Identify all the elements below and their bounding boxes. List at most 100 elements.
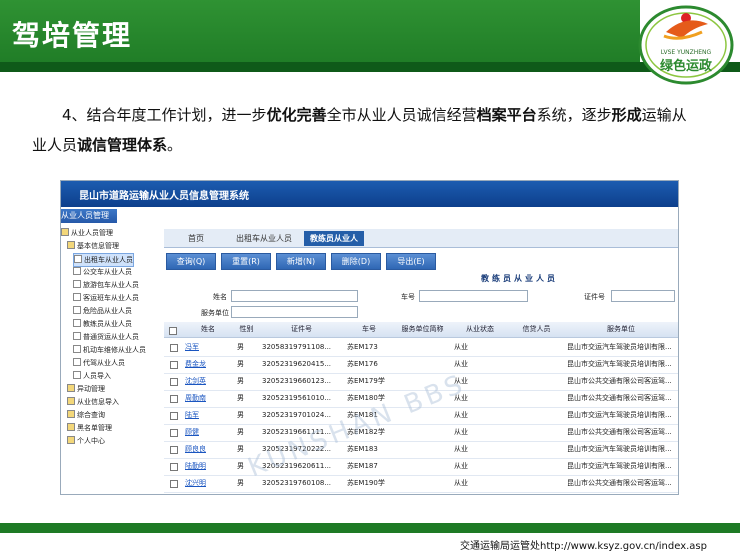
tree-item-label: 黑名单管理 <box>77 424 112 432</box>
tree-item-label: 人员导入 <box>83 372 111 380</box>
cert-input[interactable] <box>611 290 675 302</box>
name-link[interactable]: 顾良良 <box>185 441 233 458</box>
table-row[interactable]: 费金龙男 32052319620415... 苏EM176 从业 昆山市交运汽车驾驶员培… <box>164 356 678 374</box>
tree-item[interactable]: 客运班车从业人员 <box>73 292 139 304</box>
table-row[interactable]: 陆勤明男 32052319620611... 苏EM187 从业 昆山市交运汽车驾驶员培… <box>164 458 678 476</box>
table-cell: 男 <box>237 360 244 368</box>
table-cell: 苏EM191学 <box>347 492 393 494</box>
name-link[interactable]: 冯军 <box>185 339 233 356</box>
tree-item-label: 危险品从业人员 <box>83 307 132 315</box>
table-row[interactable]: 陆军男 32052319701024... 苏EM181 从业 昆山市交运汽车驾驶员培训… <box>164 407 678 425</box>
tree-item[interactable]: 综合查询 <box>67 409 105 421</box>
column-header: 从业状态 <box>451 322 510 338</box>
table-cell: 男 <box>237 492 258 494</box>
logo-english-text: LVSE YUNZHENG <box>661 49 712 56</box>
folder-icon <box>67 423 75 431</box>
table-row[interactable]: 周勤南男 32052319561010... 苏EM180学 从业 昆山市公共交通有限公… <box>164 390 678 408</box>
row-checkbox[interactable] <box>170 395 178 403</box>
name-link[interactable]: 沈兴明 <box>185 475 233 492</box>
toolbar-button[interactable]: 删除(D) <box>331 253 381 270</box>
table-cell: 32052319720222... <box>262 445 332 453</box>
paragraph-segment: 档案平台 <box>476 106 537 124</box>
table-cell: 32052319620611... <box>262 462 332 470</box>
tree-item[interactable]: 从业人员管理 <box>61 227 113 239</box>
row-checkbox[interactable] <box>170 463 178 471</box>
row-checkbox[interactable] <box>170 361 178 369</box>
table-row[interactable]: 沈剑英男 32052319660123... 苏EM179学 从业 昆山市公共交通有限公… <box>164 373 678 391</box>
app-screenshot: 昆山市道路运输从业人员信息管理系统 从业人员管理 从业人员管理 基本信息管理 出租车… <box>60 180 679 495</box>
table-cell <box>397 390 450 407</box>
toolbar-button[interactable]: 查询(Q) <box>166 253 216 270</box>
tree-item-label: 出租车从业人员 <box>84 256 133 264</box>
table-cell: 32052319701024... <box>262 411 332 419</box>
table-row[interactable]: 黄岳娟 男 32052319641223... 苏EM191学 从业 昆山市公共交通有限公… <box>164 492 678 494</box>
table-cell: 苏EM181 <box>347 411 378 419</box>
table-row[interactable]: 顾健男 32052319661111... 苏EM182学 从业 昆山市公共交通有限公司… <box>164 424 678 442</box>
table-cell: 昆山市公共交通有限公司客运驾... <box>567 377 672 385</box>
paragraph-segment: 4、结合年度工作计划，进一步 <box>62 106 267 124</box>
tree-item[interactable]: 教练员从业人员 <box>73 318 132 330</box>
row-checkbox[interactable] <box>170 429 178 437</box>
name-link[interactable]: 陆勤明 <box>185 458 233 475</box>
paragraph-segment: 优化完善 <box>266 106 327 124</box>
green-yunzheng-logo-icon: LVSE YUNZHENG 绿色运政 <box>638 5 734 85</box>
tree-item[interactable]: 人员导入 <box>73 370 111 382</box>
tree-item[interactable]: 黑名单管理 <box>67 422 112 434</box>
row-checkbox[interactable] <box>170 480 178 488</box>
tree-item[interactable]: 危险品从业人员 <box>73 305 132 317</box>
tree-item-label: 教练员从业人员 <box>83 320 132 328</box>
tree-item[interactable]: 异动管理 <box>67 383 105 395</box>
tree-item[interactable]: 普通货运从业人员 <box>73 331 139 343</box>
tree-item-label: 从业人员管理 <box>71 229 113 237</box>
row-checkbox[interactable] <box>170 378 178 386</box>
name-link[interactable]: 顾健 <box>185 424 233 441</box>
table-cell: 从业 <box>454 462 468 470</box>
toolbar-button[interactable]: 重置(R) <box>221 253 271 270</box>
table-cell: 苏EM190学 <box>347 479 385 487</box>
table-cell <box>397 407 450 424</box>
row-checkbox[interactable] <box>170 344 178 352</box>
toolbar-button[interactable]: 新增(N) <box>276 253 326 270</box>
table-cell: 苏EM179学 <box>347 377 385 385</box>
table-cell: 昆山市交运汽车驾驶员培训有限... <box>567 445 672 453</box>
unit-input[interactable] <box>231 306 358 318</box>
tree-item[interactable]: 出租车从业人员 <box>73 253 134 267</box>
table-cell: 昆山市公共交通有限公司客运驾... <box>567 479 672 487</box>
column-header: 服务单位简称 <box>394 322 452 338</box>
tab-item[interactable]: 出租车从业人员 <box>236 231 292 246</box>
table-cell: 苏EM187 <box>347 462 378 470</box>
column-header: 车号 <box>344 322 395 338</box>
table-cell: 从业 <box>454 445 468 453</box>
tree-item[interactable]: 公交车从业人员 <box>73 266 132 278</box>
name-link[interactable]: 黄岳娟 <box>185 492 233 494</box>
tree-item[interactable]: 个人中心 <box>67 435 105 447</box>
table-row[interactable]: 顾良良男 32052319720222... 苏EM183 从业 昆山市交运汽车驾驶员培… <box>164 441 678 459</box>
name-link[interactable]: 费金龙 <box>185 356 233 373</box>
table-cell: 从业 <box>454 343 468 351</box>
name-input[interactable] <box>231 290 358 302</box>
toolbar-button[interactable]: 导出(E) <box>386 253 436 270</box>
table-row[interactable]: 冯军男 32058319791108... 苏EM173 从业 昆山市交运汽车驾驶员培训… <box>164 339 678 357</box>
tree-item[interactable]: 基本信息管理 <box>67 240 119 252</box>
tab-item[interactable]: 首页 <box>188 231 204 246</box>
select-all-checkbox[interactable] <box>169 327 177 335</box>
tree-item[interactable]: 从业信息导入 <box>67 396 119 408</box>
tree-item[interactable]: 旅游包车从业人员 <box>73 279 139 291</box>
name-link[interactable]: 陆军 <box>185 407 233 424</box>
name-label: 姓名 <box>213 293 227 301</box>
table-row[interactable]: 沈兴明男 32052319760108... 苏EM190学 从业 昆山市公共交通有限公… <box>164 475 678 493</box>
page-icon <box>73 319 81 327</box>
tree-item-label: 个人中心 <box>77 437 105 445</box>
name-link[interactable]: 沈剑英 <box>185 373 233 390</box>
tree-item[interactable]: 代驾从业人员 <box>73 357 125 369</box>
row-checkbox[interactable] <box>170 412 178 420</box>
name-link[interactable]: 周勤南 <box>185 390 233 407</box>
row-checkbox[interactable] <box>170 446 178 454</box>
tree-item[interactable]: 机动车维修从业人员 <box>73 344 146 356</box>
tab-item[interactable]: 教练员从业人 <box>304 231 364 246</box>
form-caption: 教练员从业人员 <box>481 274 558 283</box>
page-icon <box>73 306 81 314</box>
plate-input[interactable] <box>419 290 528 302</box>
intro-paragraph: 4、结合年度工作计划，进一步优化完善全市从业人员诚信经营档案平台系统，逐步形成运… <box>32 100 692 160</box>
column-header: 性别 <box>234 322 260 338</box>
